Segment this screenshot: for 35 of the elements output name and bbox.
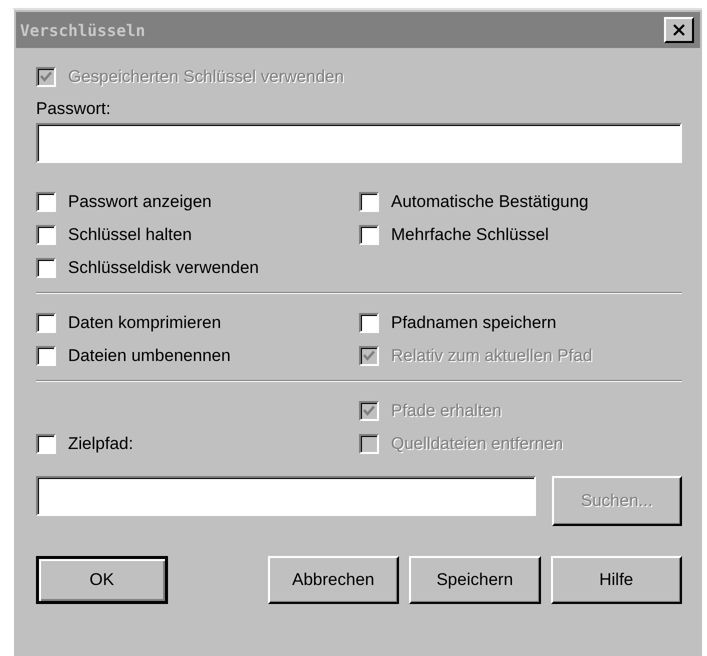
window-title: Verschlüsseln: [20, 20, 146, 40]
checkbox-label: Automatische Bestätigung: [391, 192, 589, 212]
dialog-button[interactable]: Hilfe: [550, 556, 682, 604]
checkmark-icon: [362, 404, 376, 418]
checkbox[interactable]: [359, 224, 379, 244]
checkbox-label: Relativ zum aktuellen Pfad: [391, 346, 592, 366]
checkbox-label: Schlüssel halten: [68, 224, 192, 244]
checkbox-label: Quelldateien entfernen: [391, 434, 564, 454]
checkbox[interactable]: [36, 312, 56, 332]
checkbox-label: Pfadnamen speichern: [391, 312, 556, 332]
checkbox[interactable]: [36, 192, 56, 212]
checkbox[interactable]: [36, 224, 56, 244]
checkbox[interactable]: [36, 346, 56, 366]
checkbox-label: Gespeicherten Schlüssel verwenden: [68, 66, 344, 86]
checkbox[interactable]: [359, 192, 379, 212]
checkbox-label: Daten komprimieren: [68, 312, 222, 332]
close-button[interactable]: [664, 17, 694, 43]
checkbox[interactable]: [359, 312, 379, 332]
checkbox-label: Schlüsseldisk verwenden: [68, 258, 259, 278]
dialog-button[interactable]: Speichern: [409, 556, 540, 604]
checkbox-label: Dateien umbenennen: [68, 346, 231, 366]
password-field[interactable]: [36, 123, 682, 163]
target-path-field[interactable]: [36, 476, 536, 516]
checkbox[interactable]: [36, 434, 56, 454]
checkbox[interactable]: [36, 258, 56, 278]
dialog-button[interactable]: Abbrechen: [268, 556, 399, 604]
field-label: Passwort:: [36, 99, 112, 120]
checkmark-icon: [362, 348, 376, 362]
checkbox-label: Pfade erhalten: [391, 400, 502, 420]
dialog-button[interactable]: OK: [36, 556, 168, 604]
checkbox-label: Passwort anzeigen: [68, 192, 212, 212]
checkbox-label: Zielpfad:: [68, 434, 134, 454]
close-icon: [672, 24, 686, 36]
checkmark-icon: [39, 70, 53, 84]
checkbox-label: Mehrfache Schlüssel: [391, 224, 549, 244]
